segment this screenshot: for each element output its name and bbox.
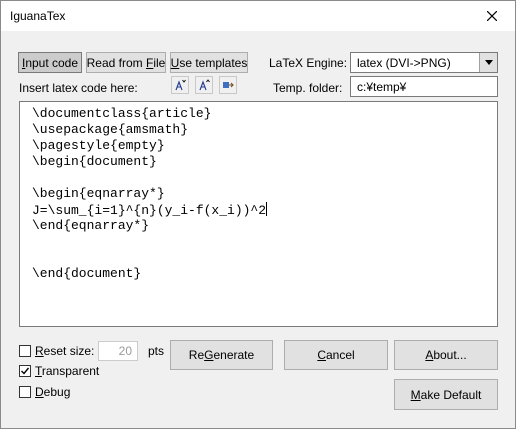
iguanatex-dialog: IguanaTex Input code Read from File Use … bbox=[0, 0, 516, 429]
read-from-file-tab-label: Read from File bbox=[86, 55, 166, 70]
about-button-label: About... bbox=[425, 348, 467, 362]
transparent-checkbox[interactable] bbox=[19, 365, 31, 377]
wrap-icon bbox=[223, 82, 234, 88]
code-line: \usepackage{amsmath} bbox=[32, 122, 189, 137]
make-default-button[interactable]: Make Default bbox=[394, 379, 498, 410]
temp-folder-input[interactable]: c:¥temp¥ bbox=[350, 76, 498, 97]
reset-size-unit: pts bbox=[148, 344, 165, 358]
use-templates-tab[interactable]: Use templates bbox=[170, 52, 248, 73]
cancel-button-label: Cancel bbox=[317, 348, 355, 362]
read-from-file-tab[interactable]: Read from File bbox=[86, 52, 166, 73]
decrease-font-button[interactable] bbox=[195, 76, 213, 94]
checkmark-icon bbox=[21, 367, 30, 375]
transparent-label[interactable]: Transparent bbox=[35, 364, 99, 378]
reset-size-value: 20 bbox=[118, 344, 132, 358]
reset-size-label[interactable]: Reset size: bbox=[35, 344, 94, 358]
close-button[interactable] bbox=[469, 1, 515, 31]
increase-font-button[interactable] bbox=[171, 76, 189, 94]
code-line: \begin{eqnarray*} bbox=[32, 186, 165, 201]
input-code-tab[interactable]: Input code bbox=[18, 52, 82, 73]
window-title: IguanaTex bbox=[10, 9, 66, 23]
reset-size-input[interactable]: 20 bbox=[98, 341, 138, 361]
latex-code-editor[interactable]: \documentclass{article} \usepackage{amsm… bbox=[19, 101, 498, 327]
cancel-button[interactable]: Cancel bbox=[284, 340, 388, 370]
temp-folder-label: Temp. folder: bbox=[273, 81, 343, 95]
latex-engine-value: latex (DVI->PNG) bbox=[357, 56, 451, 70]
code-line-active: J=\sum_{i=1}^{n}(y_i-f(x_i))^2 bbox=[32, 202, 268, 218]
debug-label[interactable]: Debug bbox=[35, 385, 70, 399]
regenerate-button-label: ReGenerate bbox=[188, 348, 255, 362]
make-default-button-label: Make Default bbox=[410, 387, 482, 402]
code-line: \begin{document} bbox=[32, 154, 157, 169]
latex-engine-dropdown[interactable]: latex (DVI->PNG) bbox=[350, 52, 498, 73]
code-line: \documentclass{article} bbox=[32, 106, 212, 121]
about-button[interactable]: About... bbox=[394, 340, 498, 370]
font-size-decrease-icon bbox=[199, 79, 210, 91]
temp-folder-value: c:¥temp¥ bbox=[357, 80, 407, 94]
reset-size-checkbox[interactable] bbox=[19, 345, 31, 357]
code-line: \pagestyle{empty} bbox=[32, 138, 165, 153]
input-code-tab-label: Input code bbox=[21, 55, 79, 70]
code-line: \end{document} bbox=[32, 266, 142, 281]
use-templates-tab-label: Use templates bbox=[170, 55, 248, 70]
close-icon bbox=[487, 11, 497, 21]
title-bar: IguanaTex bbox=[1, 1, 515, 31]
regenerate-button[interactable]: ReGenerate bbox=[170, 340, 273, 370]
insert-code-label: Insert latex code here: bbox=[19, 81, 138, 95]
code-line: \end{eqnarray*} bbox=[32, 218, 150, 233]
latex-engine-label: LaTeX Engine: bbox=[269, 56, 348, 70]
debug-checkbox[interactable] bbox=[19, 386, 31, 398]
dropdown-arrow-button[interactable] bbox=[479, 53, 497, 72]
font-size-increase-icon bbox=[175, 79, 186, 91]
text-caret bbox=[266, 202, 268, 216]
chevron-down-icon bbox=[484, 60, 493, 65]
wrap-text-button[interactable] bbox=[219, 76, 237, 94]
